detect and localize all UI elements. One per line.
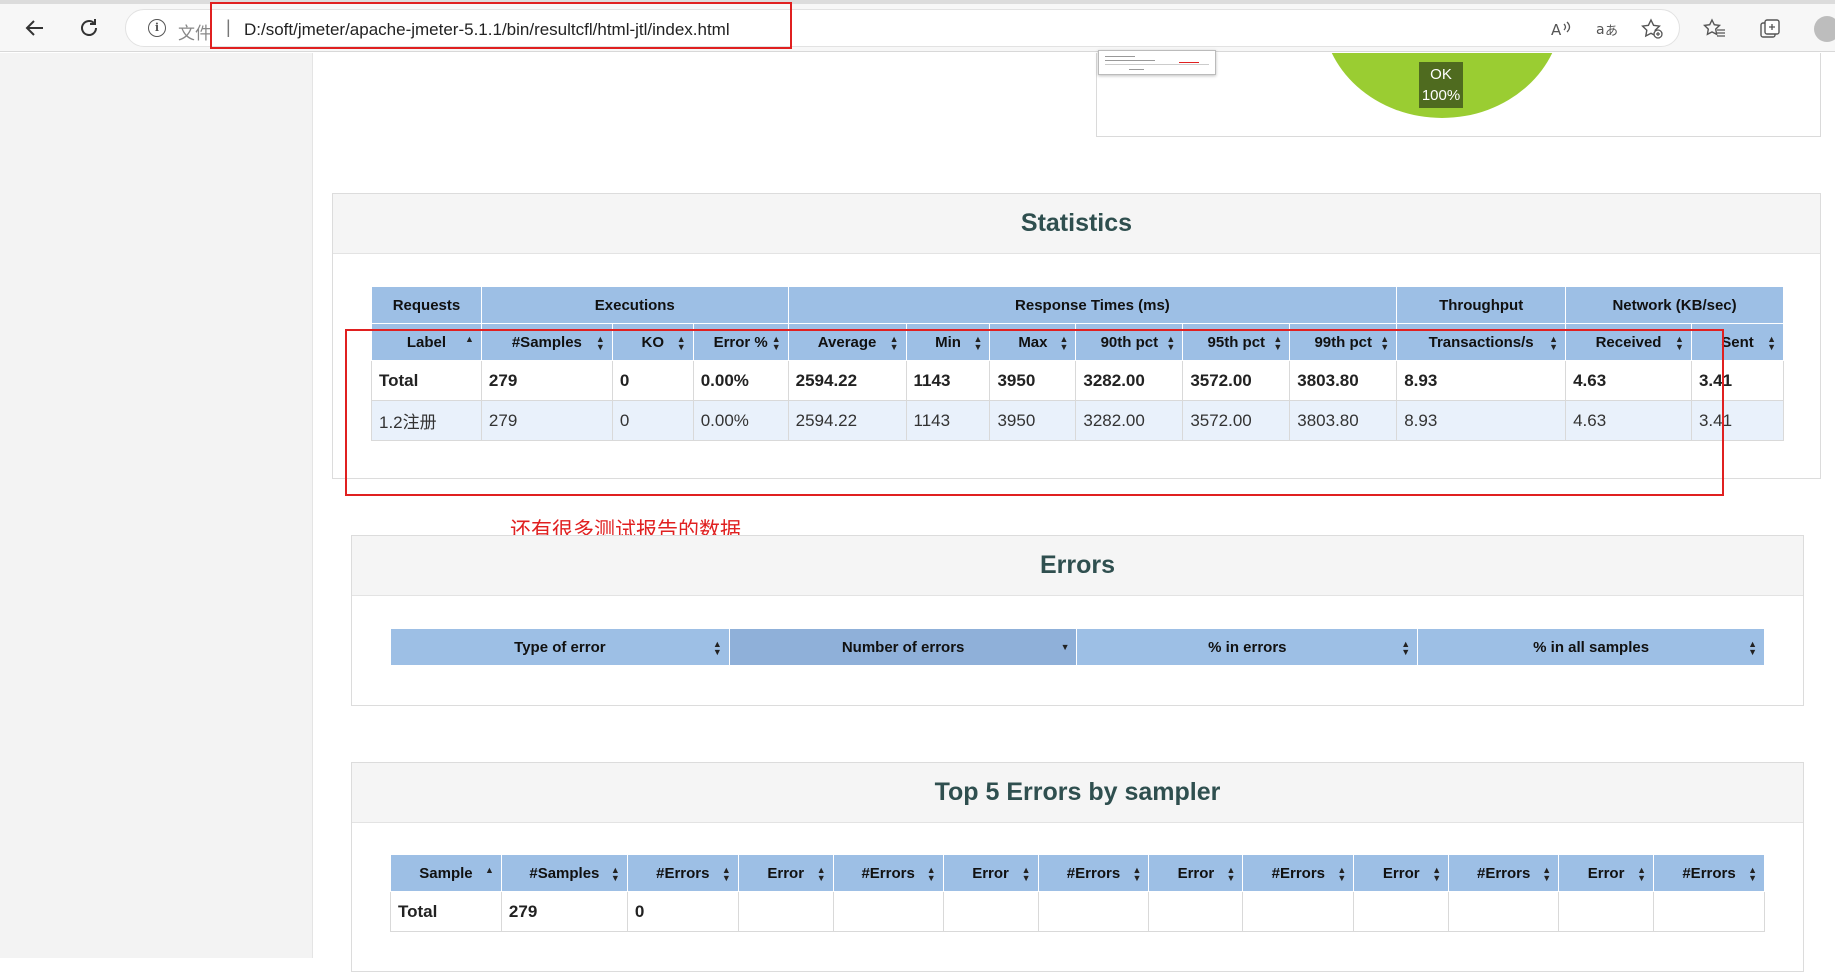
svg-text:あ: あ [1605,24,1618,39]
pie-tooltip: OK 100% [1419,62,1463,108]
sort-both-icon: ▲ ▼ [1401,639,1411,657]
profile-icon[interactable] [1814,16,1835,42]
errors-header-row: Type of error ▲ ▼ Number of errors ▼ % in e… [390,628,1765,666]
top5-errors-table: Sample ▲ #Samples ▲ ▼ #Errors ▲ ▼ Error ▲ ▼ #Er… [390,854,1765,932]
cell [737,891,834,932]
protocol-label: 文件 [178,24,212,43]
cell [1242,891,1355,932]
col-errors[interactable]: #Errors ▲ ▼ [1242,854,1355,892]
sort-both-icon: ▲ ▼ [1226,865,1236,883]
cell [1037,891,1150,932]
cell [1653,891,1765,932]
errors-title: Errors [352,536,1803,596]
errors-panel: Errors [351,535,1804,706]
col-errors[interactable]: #Errors ▲ ▼ [1448,854,1560,892]
back-arrow-icon[interactable] [19,12,51,44]
col-error[interactable]: Error ▲ ▼ [1353,854,1450,892]
statistics-title: Statistics [333,194,1820,254]
refresh-icon[interactable] [73,12,105,44]
group-throughput: Throughput [1396,286,1567,324]
translate-icon[interactable]: aあ [1593,14,1623,44]
report-sidebar [0,53,313,958]
group-executions: Executions [480,286,789,324]
info-icon[interactable]: i [148,19,166,37]
annotation-highlight-box [345,329,1724,496]
cell: 0 [626,891,739,932]
cell [1148,891,1244,932]
favorites-icon[interactable] [1700,14,1730,44]
sort-both-icon: ▲ ▼ [1542,865,1552,883]
col-type-of-error[interactable]: Type of error ▲ ▼ [390,628,730,666]
sort-both-icon: ▲ ▼ [1748,639,1757,657]
sort-both-icon: ▲ ▼ [712,639,722,657]
add-favorite-icon[interactable] [1637,14,1667,44]
sort-both-icon: ▲ ▼ [1637,865,1647,883]
cell [832,891,944,932]
col-pct-in-all-samples[interactable]: % in all samples ▲ ▼ [1417,628,1765,666]
col-errors[interactable]: #Errors ▲ ▼ [1653,854,1765,892]
sort-both-icon: ▲ ▼ [816,865,826,883]
svg-text:a: a [1596,22,1605,38]
chart-legend-thumbnail[interactable] [1098,50,1216,75]
cell [942,891,1039,932]
sort-both-icon: ▲ ▼ [1021,865,1031,883]
top5-errors-title: Top 5 Errors by sampler [352,763,1803,823]
col-number-of-errors[interactable]: Number of errors ▼ [728,628,1078,666]
sort-asc-icon: ▲ [485,865,494,875]
sort-desc-icon: ▼ [1060,642,1070,652]
col-error[interactable]: Error ▲ ▼ [942,854,1039,892]
top5-total-row: Total 279 0 [390,891,1765,932]
cell: 279 [500,891,628,932]
group-header-row: Requests Executions Response Times (ms) … [371,286,1784,324]
cell [1353,891,1450,932]
col-error[interactable]: Error ▲ ▼ [1148,854,1244,892]
pie-tooltip-status: OK [1430,66,1452,83]
url-highlight-box [210,2,792,49]
col-error[interactable]: Error ▲ ▼ [1558,854,1655,892]
col-pct-in-errors[interactable]: % in errors ▲ ▼ [1076,628,1419,666]
sort-both-icon: ▲ ▼ [1132,865,1142,883]
col-errors[interactable]: #Errors ▲ ▼ [1037,854,1150,892]
svg-text:A: A [1551,21,1562,39]
col-sample[interactable]: Sample ▲ [390,854,502,892]
col-error[interactable]: Error ▲ ▼ [737,854,834,892]
cell [1558,891,1655,932]
cell [1448,891,1560,932]
group-response-times: Response Times (ms) [787,286,1398,324]
col-errors[interactable]: #Errors ▲ ▼ [832,854,944,892]
top5-header-row: Sample ▲ #Samples ▲ ▼ #Errors ▲ ▼ Error ▲ ▼ #Er… [390,854,1765,892]
col-errors[interactable]: #Errors ▲ ▼ [626,854,739,892]
sort-both-icon: ▲ ▼ [610,865,620,883]
sort-both-icon: ▲ ▼ [1337,865,1347,883]
errors-table: Type of error ▲ ▼ Number of errors ▼ % in e… [390,628,1765,666]
group-network: Network (KB/sec) [1565,286,1784,324]
group-requests: Requests [371,286,482,324]
sort-both-icon: ▲ ▼ [721,865,731,883]
cell: Total [390,891,502,932]
sort-both-icon: ▲ ▼ [1748,865,1757,883]
col-samples[interactable]: #Samples ▲ ▼ [500,854,628,892]
collections-icon[interactable] [1755,14,1785,44]
sort-both-icon: ▲ ▼ [926,865,936,883]
sort-both-icon: ▲ ▼ [1432,865,1442,883]
pie-tooltip-percent: 100% [1421,87,1461,104]
sort-both-icon: ▲ ▼ [1767,334,1776,352]
read-aloud-icon[interactable]: A [1546,14,1576,44]
